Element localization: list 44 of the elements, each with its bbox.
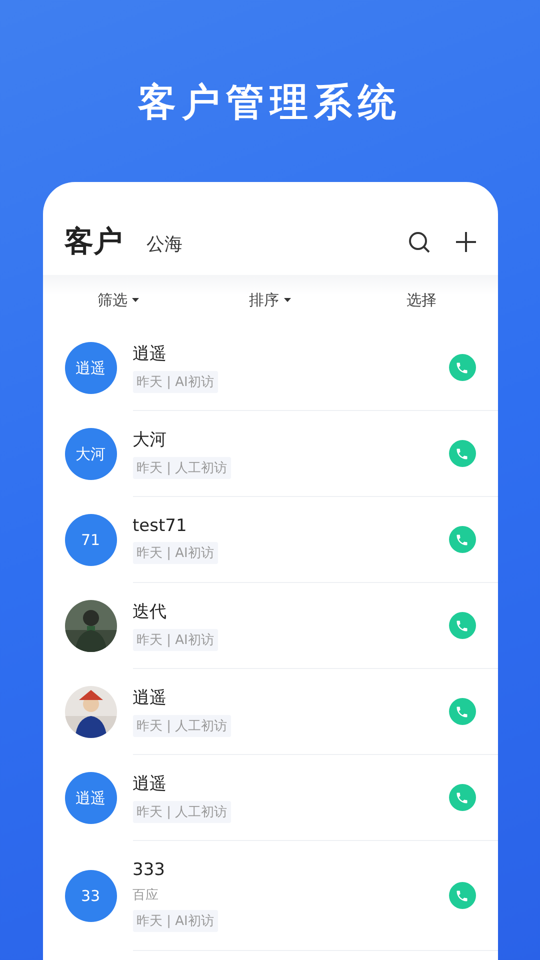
avatar: 33 [64,870,116,922]
visit-tag: 昨天 | AI初访 [132,629,218,651]
phone-icon [455,446,469,460]
customer-name: 大河 [132,429,166,451]
visit-tag: 昨天 | AI初访 [132,371,218,393]
visit-tag: 昨天 | 人工初访 [132,801,232,823]
search-icon[interactable] [408,231,430,253]
visit-tag: 昨天 | 人工初访 [132,457,232,479]
phone-icon [455,790,469,804]
company-name: 百应 [132,886,158,904]
customer-name: 逍遥 [132,343,166,365]
page-title: 客户 [64,223,122,259]
customer-name: 逍遥 [132,773,166,795]
caret-icon [132,298,140,302]
caret-icon [284,298,291,302]
visit-tag: 昨天 | AI初访 [132,542,218,564]
avatar: 大河 [64,428,116,480]
avatar: 逍遥 [64,772,116,824]
customer-name: test71 [132,516,187,536]
toolbar-button[interactable]: 选择 [406,290,437,310]
phone-icon [455,888,469,902]
phone-icon [455,532,469,546]
banner-title: 客户管理系统 [138,79,402,126]
avatar: 71 [64,514,116,566]
call-button[interactable] [448,526,476,553]
call-button[interactable] [448,784,476,811]
call-button[interactable] [448,612,476,639]
visit-tag: 昨天 | 人工初访 [132,715,232,737]
call-button[interactable] [448,882,476,909]
phone-icon [455,618,469,632]
customer-name: 逍遥 [132,687,166,709]
call-button[interactable] [448,440,476,467]
phone-icon [455,360,469,374]
avatar: 逍遥 [64,342,116,394]
call-button[interactable] [448,354,476,381]
visit-tag: 昨天 | AI初访 [132,910,218,932]
customer-name: 333 [132,860,165,880]
call-button[interactable] [448,698,476,725]
add-icon[interactable] [456,232,476,252]
customer-name: 迭代 [132,601,166,623]
toolbar-button[interactable]: 排序 [248,290,291,310]
public-pool-tab[interactable]: 公海 [146,231,182,259]
phone-icon [455,704,469,718]
toolbar-button[interactable]: 筛选 [97,290,140,310]
